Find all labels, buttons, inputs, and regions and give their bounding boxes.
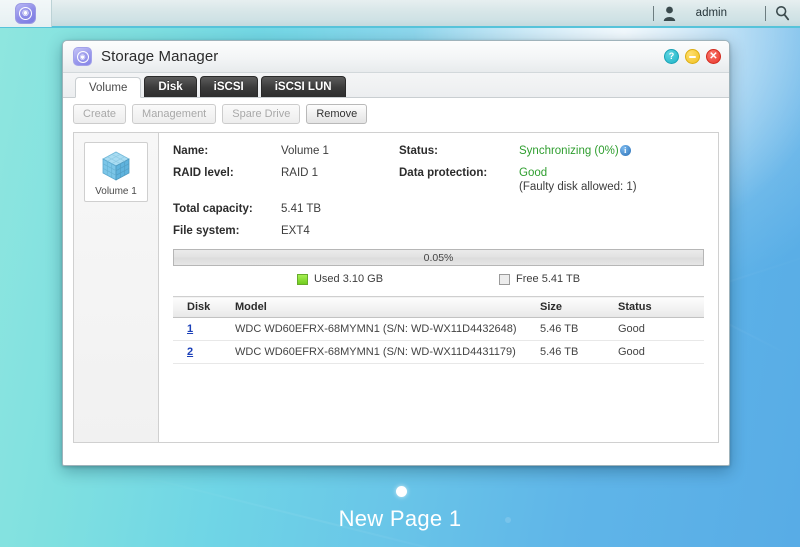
size-cell: 5.46 TB: [534, 340, 612, 364]
close-button[interactable]: ✕: [706, 49, 721, 64]
free-color-swatch: [499, 273, 511, 285]
dsm-logo-inner: ◉: [19, 6, 32, 20]
window-titlebar[interactable]: ◉ Storage Manager ? ✕: [63, 41, 729, 73]
taskbar-start-button[interactable]: ◉: [0, 0, 52, 27]
volume-cube-icon: [99, 149, 133, 183]
search-icon[interactable]: [775, 5, 800, 21]
dsm-logo-icon: ◉: [15, 2, 36, 24]
disk-table-body: 1 WDC WD60EFRX-68MYMN1 (S/N: WD-WX11D443…: [173, 317, 704, 364]
status-label: Status:: [399, 145, 438, 157]
grid-filler-2: [519, 203, 704, 215]
column-header-model[interactable]: Model: [229, 296, 534, 318]
slide-title: New Page 1: [338, 506, 462, 531]
usage-progress-bar: 0.05%: [173, 249, 704, 266]
disk-cell: 1: [173, 317, 229, 341]
volume-info-grid: Name: Volume 1 Status: Synchronizing (0%…: [173, 145, 704, 237]
disk-cell: 2: [173, 340, 229, 364]
tab-iscsi[interactable]: iSCSI: [199, 76, 258, 97]
volume-detail-panel: Name: Volume 1 Status: Synchronizing (0%…: [158, 132, 719, 443]
data-protection-sub: (Faulty disk allowed: 1): [519, 181, 637, 193]
disk-link[interactable]: 1: [187, 323, 193, 335]
table-row[interactable]: 2 WDC WD60EFRX-68MYMN1 (S/N: WD-WX11D443…: [173, 340, 704, 364]
taskbar-username: admin: [695, 7, 727, 19]
slide-bullet-dot: [396, 486, 407, 497]
management-button[interactable]: Management: [132, 104, 217, 124]
status-cell: Good: [612, 317, 704, 341]
create-button[interactable]: Create: [73, 104, 127, 124]
size-cell: 5.46 TB: [534, 317, 612, 341]
sidebar-item-label: Volume 1: [95, 186, 137, 197]
status-value-wrap: Synchronizing (0%) i: [519, 145, 704, 157]
grid-filler-1: [399, 203, 519, 215]
desktop-taskbar: ◉ | admin: [0, 0, 800, 28]
usage-section: 0.05% Used 3.10 GB Free 5.41 TB: [173, 249, 704, 285]
action-toolbar: Create Management Spare Drive Remove: [63, 98, 729, 130]
used-color-swatch: [296, 273, 308, 285]
storage-manager-window: ◉ Storage Manager ? ✕ Volume Disk iSCSI …: [62, 40, 730, 466]
taskbar-separator-1: |: [652, 5, 654, 21]
disk-table-header-row: Disk Model Size Status: [173, 296, 704, 318]
data-protection-value: Good: [519, 167, 548, 179]
disk-link[interactable]: 2: [187, 346, 193, 358]
tab-bar: Volume Disk iSCSI iSCSI LUN: [63, 73, 729, 98]
volume-list-sidebar: Volume 1: [73, 132, 158, 443]
taskbar-separator-2: [765, 5, 766, 21]
window-title: Storage Manager: [101, 48, 219, 65]
raid-level-label: RAID level:: [173, 167, 234, 179]
name-value: Volume 1: [281, 145, 329, 157]
table-row[interactable]: 1 WDC WD60EFRX-68MYMN1 (S/N: WD-WX11D443…: [173, 317, 704, 341]
tab-iscsi-lun[interactable]: iSCSI LUN: [260, 76, 346, 97]
used-label: Used 3.10 GB: [313, 273, 384, 285]
spare-drive-button[interactable]: Spare Drive: [222, 104, 301, 124]
column-header-status[interactable]: Status: [612, 296, 704, 318]
usage-legend: Used 3.10 GB Free 5.41 TB: [173, 273, 704, 285]
file-system-label: File system:: [173, 225, 240, 237]
column-header-disk[interactable]: Disk: [173, 296, 229, 318]
taskbar-search-area[interactable]: [761, 0, 800, 27]
column-header-size[interactable]: Size: [534, 296, 612, 318]
tab-disk[interactable]: Disk: [144, 76, 197, 97]
total-capacity-value: 5.41 TB: [281, 203, 322, 215]
model-cell: WDC WD60EFRX-68MYMN1 (S/N: WD-WX11D44326…: [229, 317, 534, 341]
raid-level-value: RAID 1: [281, 167, 319, 179]
grid-filler-3: [399, 225, 519, 237]
window-body: Volume 1 Name: Volume 1 Status: Synchron…: [63, 130, 729, 453]
minimize-button[interactable]: [685, 49, 700, 64]
person-icon: [663, 6, 676, 21]
disk-table: Disk Model Size Status 1 WDC WD60EFRX-68…: [173, 296, 704, 364]
usage-percent-label: 0.05%: [423, 251, 454, 264]
tab-volume[interactable]: Volume: [75, 77, 142, 98]
dsm-app-icon: ◉: [73, 47, 92, 66]
disk-table-head: Disk Model Size Status: [173, 296, 704, 318]
model-cell: WDC WD60EFRX-68MYMN1 (S/N: WD-WX11D44311…: [229, 340, 534, 364]
sidebar-item-volume-1[interactable]: Volume 1: [84, 142, 148, 202]
data-protection-value-wrap: Good (Faulty disk allowed: 1): [519, 167, 704, 193]
name-label: Name:: [173, 145, 209, 157]
file-system-value: EXT4: [281, 225, 310, 237]
minimize-glyph: [689, 55, 696, 58]
legend-free: Free 5.41 TB: [499, 273, 580, 285]
legend-used: Used 3.10 GB: [296, 273, 384, 285]
total-capacity-label: Total capacity:: [173, 203, 253, 215]
window-controls: ? ✕: [664, 49, 721, 64]
dsm-app-icon-inner: ◉: [76, 50, 89, 63]
data-protection-label: Data protection:: [399, 167, 488, 179]
remove-button[interactable]: Remove: [306, 104, 368, 124]
help-button[interactable]: ?: [664, 49, 679, 64]
grid-filler-4: [519, 225, 704, 237]
taskbar-user-area[interactable]: | admin: [649, 0, 761, 27]
free-label: Free 5.41 TB: [516, 273, 581, 285]
status-cell: Good: [612, 340, 704, 364]
status-value: Synchronizing (0%): [519, 145, 619, 157]
info-icon[interactable]: i: [619, 145, 631, 156]
desktop-background: ◉ | admin: [0, 0, 800, 547]
